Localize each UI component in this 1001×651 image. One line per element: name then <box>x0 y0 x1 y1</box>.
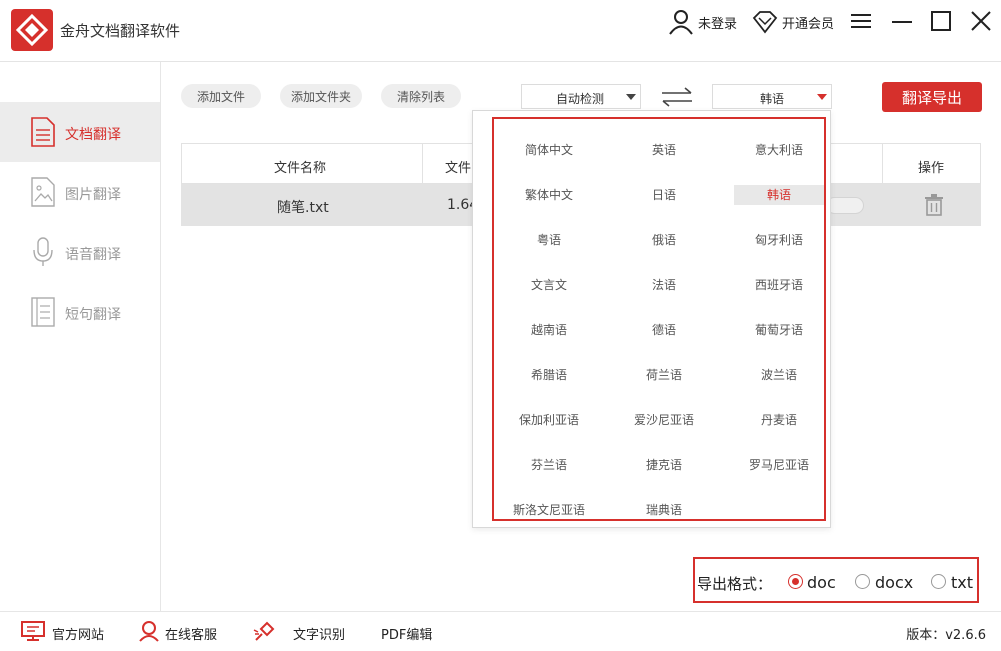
ocr-icon <box>253 621 275 641</box>
source-language-select[interactable]: 自动检测 <box>521 84 641 109</box>
language-option[interactable]: 瑞典语 <box>619 500 709 520</box>
support-agent-icon <box>139 621 159 642</box>
target-language-value: 韩语 <box>760 92 785 106</box>
language-option[interactable]: 希腊语 <box>504 365 594 385</box>
language-option[interactable]: 德语 <box>619 320 709 340</box>
sidebar-item-document-translate[interactable]: 文档翻译 <box>0 102 160 162</box>
chevron-down-icon <box>626 94 636 100</box>
export-format-group: 导出格式： doc docx txt <box>693 557 979 603</box>
sidebar-item-voice-translate[interactable]: 语音翻译 <box>0 222 160 282</box>
language-option[interactable]: 波兰语 <box>734 365 824 385</box>
diamond-icon <box>752 11 778 34</box>
column-header-action: 操作 <box>918 161 945 176</box>
close-icon[interactable] <box>970 10 992 32</box>
language-option[interactable]: 简体中文 <box>504 140 594 160</box>
language-option[interactable]: 意大利语 <box>734 140 824 160</box>
sidebar-item-label: 图片翻译 <box>65 187 121 203</box>
chevron-down-icon <box>817 94 827 100</box>
radio-doc-label[interactable]: doc <box>807 573 836 592</box>
vip-label: 开通会员 <box>782 16 835 32</box>
target-language-select[interactable]: 韩语 <box>712 84 832 109</box>
language-option[interactable]: 越南语 <box>504 320 594 340</box>
source-language-value: 自动检测 <box>556 92 605 106</box>
export-format-label: 导出格式： <box>697 575 773 593</box>
language-option-selected[interactable]: 韩语 <box>734 185 824 205</box>
minimize-icon[interactable] <box>891 12 913 30</box>
language-option[interactable]: 爱沙尼亚语 <box>619 410 709 430</box>
login-button[interactable]: 未登录 <box>668 10 738 35</box>
text-recognition-link[interactable]: 文字识别 <box>293 624 345 643</box>
language-option[interactable]: 芬兰语 <box>504 455 594 475</box>
language-option[interactable]: 斯洛文尼亚语 <box>504 500 594 520</box>
language-option[interactable]: 捷克语 <box>619 455 709 475</box>
language-option[interactable]: 葡萄牙语 <box>734 320 824 340</box>
vip-button[interactable]: 开通会员 <box>752 10 834 34</box>
translate-export-button[interactable]: 翻译导出 <box>882 82 982 112</box>
sidebar-item-label: 短句翻译 <box>65 307 121 323</box>
language-option[interactable]: 荷兰语 <box>619 365 709 385</box>
maximize-icon[interactable] <box>930 10 952 32</box>
radio-txt[interactable] <box>931 574 946 589</box>
pdf-edit-link[interactable]: PDF编辑 <box>381 624 432 643</box>
app-title: 金舟文档翻译软件 <box>60 22 181 40</box>
column-header-name: 文件名称 <box>274 161 327 176</box>
language-option[interactable]: 匈牙利语 <box>734 230 824 250</box>
image-icon <box>31 177 55 207</box>
monitor-icon <box>21 621 45 641</box>
radio-doc[interactable] <box>788 574 803 589</box>
column-header-size: 文件 <box>445 161 472 176</box>
language-option[interactable]: 英语 <box>619 140 709 160</box>
language-option[interactable]: 粤语 <box>504 230 594 250</box>
language-option[interactable]: 文言文 <box>504 275 594 295</box>
sidebar: 文档翻译 图片翻译 语音翻译 短句翻译 <box>0 62 161 611</box>
sidebar-item-label: 语音翻译 <box>65 247 121 263</box>
language-option[interactable]: 西班牙语 <box>734 275 824 295</box>
official-website-link[interactable]: 官方网站 <box>52 624 104 643</box>
version-label: 版本：v2.6.6 <box>906 628 986 643</box>
user-icon <box>669 10 693 35</box>
swap-languages-icon[interactable] <box>660 87 694 107</box>
radio-docx[interactable] <box>855 574 870 589</box>
footer: 官方网站 在线客服 文字识别 PDF编辑 版本：v2.6.6 <box>0 611 1001 651</box>
trash-icon[interactable] <box>924 194 944 216</box>
title-bar: 金舟文档翻译软件 未登录 开通会员 <box>0 0 1001 62</box>
sidebar-item-sentence-translate[interactable]: 短句翻译 <box>0 282 160 342</box>
microphone-icon <box>33 237 53 266</box>
language-option[interactable]: 保加利亚语 <box>504 410 594 430</box>
language-option[interactable]: 罗马尼亚语 <box>734 455 824 475</box>
radio-docx-label[interactable]: docx <box>875 573 913 592</box>
column-divider <box>422 144 423 185</box>
progress-bar <box>826 197 864 214</box>
language-option[interactable]: 俄语 <box>619 230 709 250</box>
radio-txt-label[interactable]: txt <box>951 573 973 592</box>
language-option[interactable]: 丹麦语 <box>734 410 824 430</box>
file-name-cell: 随笔.txt <box>277 200 329 216</box>
language-options-grid: 简体中文 英语 意大利语 繁体中文 日语 韩语 粤语 俄语 匈牙利语 文言文 法… <box>492 117 826 521</box>
document-icon <box>31 117 55 147</box>
online-support-link[interactable]: 在线客服 <box>165 624 217 643</box>
clear-list-button[interactable]: 清除列表 <box>381 84 461 108</box>
text-lines-icon <box>31 297 55 327</box>
sidebar-item-label: 文档翻译 <box>65 127 121 143</box>
language-option[interactable]: 繁体中文 <box>504 185 594 205</box>
sidebar-item-image-translate[interactable]: 图片翻译 <box>0 162 160 222</box>
add-file-button[interactable]: 添加文件 <box>181 84 261 108</box>
login-label: 未登录 <box>698 16 738 32</box>
menu-icon[interactable] <box>850 12 872 30</box>
language-option[interactable]: 日语 <box>619 185 709 205</box>
app-logo <box>11 9 53 51</box>
column-divider <box>882 144 883 185</box>
language-dropdown: 简体中文 英语 意大利语 繁体中文 日语 韩语 粤语 俄语 匈牙利语 文言文 法… <box>472 110 831 528</box>
language-option[interactable]: 法语 <box>619 275 709 295</box>
add-folder-button[interactable]: 添加文件夹 <box>280 84 362 108</box>
